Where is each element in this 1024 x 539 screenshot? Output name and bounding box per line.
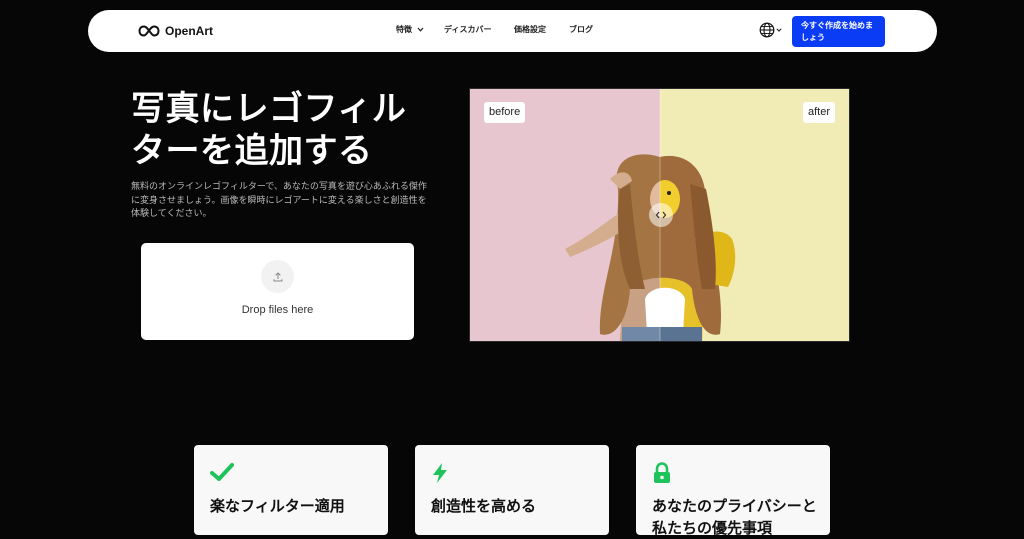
before-label: before (484, 102, 526, 123)
after-label: after (802, 102, 835, 123)
lock-icon (654, 462, 670, 483)
page-title: 写真にレゴフィルターを追加する (131, 89, 407, 171)
nav-item-label: 価格設定 (514, 25, 546, 34)
upload-icon (261, 260, 294, 293)
nav-links: 特徴 ディスカバー 価格設定 ブログ (396, 24, 593, 35)
logo-text: OpenArt (165, 24, 213, 38)
hero-description: 無料のオンラインレゴフィルターで、あなたの写真を遊び心あふれる傑作に変身させまし… (131, 182, 427, 219)
compare-slider-handle[interactable] (649, 203, 673, 227)
nav-item-features[interactable]: 特徴 (396, 24, 444, 35)
nav-item-pricing[interactable]: 価格設定 (514, 24, 569, 35)
lightning-icon (433, 463, 447, 483)
nav-item-blog[interactable]: ブログ (569, 24, 593, 35)
chevron-down-icon (417, 27, 424, 32)
file-dropzone[interactable]: Drop files here (141, 243, 414, 340)
nav-item-label: 特徴 (396, 25, 412, 34)
chevron-left-right-icon (655, 211, 667, 219)
feature-title: 創造性を高める (431, 497, 537, 515)
logo[interactable]: OpenArt (138, 22, 213, 40)
feature-title: 楽なフィルター適用 (210, 497, 345, 515)
before-after-comparison[interactable]: before after (469, 88, 850, 342)
nav-item-label: ディスカバー (444, 25, 492, 34)
feature-card-creativity: 創造性を高める (415, 445, 609, 535)
nav-item-label: ブログ (569, 25, 593, 34)
dropzone-label: Drop files here (241, 304, 314, 316)
feature-card-privacy: あなたのプライバシーと私たちの優先事項 (636, 445, 830, 537)
top-navbar: OpenArt 特徴 ディスカバー 価格設定 ブログ 今すぐ作成を始めましょう (88, 10, 937, 52)
feature-title: あなたのプライバシーと私たちの優先事項 (652, 497, 817, 537)
globe-icon (759, 22, 775, 38)
language-selector[interactable] (759, 22, 782, 38)
chevron-down-icon (776, 28, 782, 32)
openart-logo-icon (138, 25, 160, 37)
nav-item-discover[interactable]: ディスカバー (444, 24, 514, 35)
start-creating-button[interactable]: 今すぐ作成を始めましょう (792, 16, 885, 47)
check-icon (210, 463, 234, 481)
feature-card-effortless: 楽なフィルター適用 (194, 445, 388, 535)
